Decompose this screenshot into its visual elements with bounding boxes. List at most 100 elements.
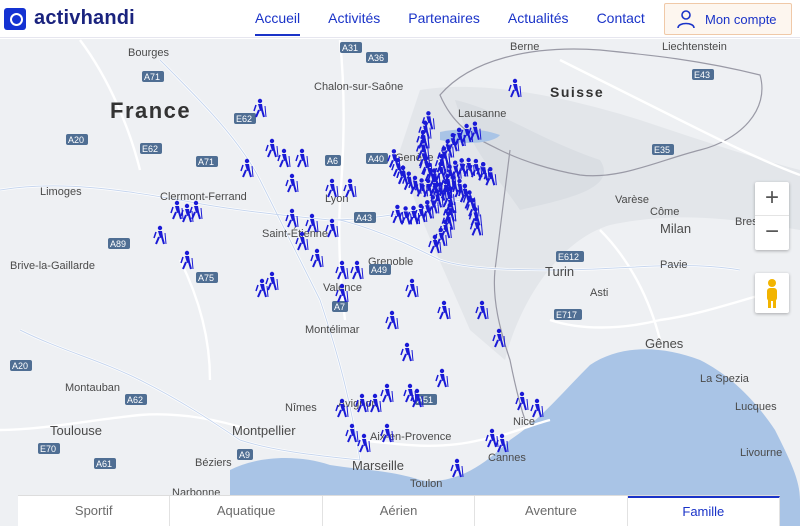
svg-text:E62: E62 xyxy=(236,114,252,124)
tab-aerien[interactable]: Aérien xyxy=(323,496,476,526)
city-label: Montélimar xyxy=(305,324,360,336)
nav-accueil[interactable]: Accueil xyxy=(255,0,301,38)
map-canvas[interactable]: France Suisse Bourges Chalon-sur-Saône Berne… xyxy=(0,39,800,526)
tab-aventure[interactable]: Aventure xyxy=(475,496,628,526)
city-label: Marseille xyxy=(352,458,404,473)
road-label: A43 xyxy=(354,212,376,223)
road-label: A89 xyxy=(108,238,130,249)
country-label: Suisse xyxy=(550,84,604,100)
svg-text:A9: A9 xyxy=(239,450,250,460)
road-label: E62 xyxy=(234,113,256,124)
city-label: Livourne xyxy=(740,447,782,459)
brand-logo[interactable]: activhandi xyxy=(4,7,135,30)
road-label: A7 xyxy=(332,301,348,312)
city-label: Montauban xyxy=(65,382,120,394)
city-label: Berne xyxy=(510,41,539,53)
road-label: A75 xyxy=(196,272,218,283)
svg-text:E612: E612 xyxy=(558,252,579,262)
city-label: Nice xyxy=(513,416,535,428)
road-label: A36 xyxy=(366,52,388,63)
city-label: Pavie xyxy=(660,259,688,271)
city-label: La Spezia xyxy=(700,373,750,385)
svg-text:A89: A89 xyxy=(110,239,126,249)
user-icon xyxy=(677,10,695,29)
city-label: Liechtenstein xyxy=(662,41,727,53)
road-label: A20 xyxy=(10,360,32,371)
road-label: A71 xyxy=(142,71,164,82)
svg-text:A6: A6 xyxy=(327,156,338,166)
svg-text:A20: A20 xyxy=(68,135,84,145)
svg-text:A20: A20 xyxy=(12,361,28,371)
road-label: A20 xyxy=(66,134,88,145)
nav-actualites[interactable]: Actualités xyxy=(508,0,569,38)
zoom-out-button[interactable]: − xyxy=(755,216,789,250)
main-nav: Accueil Activités Partenaires Actualités… xyxy=(255,0,673,38)
city-label: Lausanne xyxy=(458,108,506,120)
top-header: activhandi Accueil Activités Partenaires… xyxy=(0,0,800,38)
road-label: A6 xyxy=(325,155,341,166)
city-label: Turin xyxy=(545,264,574,279)
tab-sportif[interactable]: Sportif xyxy=(18,496,171,526)
svg-text:E43: E43 xyxy=(694,70,710,80)
city-label: Clermont-Ferrand xyxy=(160,191,247,203)
city-label: Toulon xyxy=(410,478,442,490)
account-button[interactable]: Mon compte xyxy=(664,3,792,35)
nav-activites[interactable]: Activités xyxy=(328,0,380,38)
city-label: Côme xyxy=(650,206,679,218)
svg-text:E62: E62 xyxy=(142,144,158,154)
svg-text:A7: A7 xyxy=(334,302,345,312)
road-label: A49 xyxy=(369,264,391,275)
road-label: E70 xyxy=(38,443,60,454)
svg-text:A61: A61 xyxy=(96,459,112,469)
city-label: Milan xyxy=(660,221,691,236)
zoom-control: + − xyxy=(755,182,789,250)
road-label: A9 xyxy=(237,449,253,460)
city-label: Montpellier xyxy=(232,423,296,438)
svg-text:A62: A62 xyxy=(127,395,143,405)
nav-contact[interactable]: Contact xyxy=(597,0,645,38)
road-label: A61 xyxy=(94,458,116,469)
street-view-button[interactable] xyxy=(755,273,789,313)
nav-partenaires[interactable]: Partenaires xyxy=(408,0,480,38)
city-label: Bourges xyxy=(128,47,169,59)
category-tabs: Sportif Aquatique Aérien Aventure Famill… xyxy=(18,495,781,526)
road-label: E612 xyxy=(556,251,584,262)
svg-text:A40: A40 xyxy=(368,154,384,164)
road-label: A31 xyxy=(340,42,362,53)
city-label: Toulouse xyxy=(50,423,102,438)
city-label: Cannes xyxy=(488,452,526,464)
svg-text:A75: A75 xyxy=(198,273,214,283)
tab-famille[interactable]: Famille xyxy=(627,496,781,526)
city-label: Varèse xyxy=(615,194,649,206)
city-label: Brive-la-Gaillarde xyxy=(10,260,95,272)
brand-name: activhandi xyxy=(34,7,135,29)
city-label: Béziers xyxy=(195,457,232,469)
country-label: France xyxy=(110,98,191,123)
road-label: E35 xyxy=(652,144,674,155)
city-label: Limoges xyxy=(40,186,82,198)
road-label: E62 xyxy=(140,143,162,154)
svg-text:E717: E717 xyxy=(556,310,577,320)
account-label: Mon compte xyxy=(705,11,777,27)
svg-text:E35: E35 xyxy=(654,145,670,155)
pegman-icon xyxy=(767,279,777,308)
tab-aquatique[interactable]: Aquatique xyxy=(170,496,323,526)
road-label: E43 xyxy=(692,69,714,80)
svg-text:A49: A49 xyxy=(371,265,387,275)
road-label: A40 xyxy=(366,153,388,164)
city-label: Chalon-sur-Saône xyxy=(314,81,403,93)
road-label: E717 xyxy=(554,309,582,320)
city-label: Asti xyxy=(590,287,608,299)
svg-text:A71: A71 xyxy=(198,157,214,167)
city-label: Gênes xyxy=(645,336,684,351)
road-label: A71 xyxy=(196,156,218,167)
svg-text:E70: E70 xyxy=(40,444,56,454)
road-label: A62 xyxy=(125,394,147,405)
svg-text:A36: A36 xyxy=(368,53,384,63)
svg-text:A43: A43 xyxy=(356,213,372,223)
activity-map[interactable]: France Suisse Bourges Chalon-sur-Saône Berne… xyxy=(0,39,800,526)
svg-text:A71: A71 xyxy=(144,72,160,82)
city-label: Lucques xyxy=(735,401,777,413)
zoom-in-button[interactable]: + xyxy=(755,182,789,216)
logo-icon xyxy=(4,7,26,30)
